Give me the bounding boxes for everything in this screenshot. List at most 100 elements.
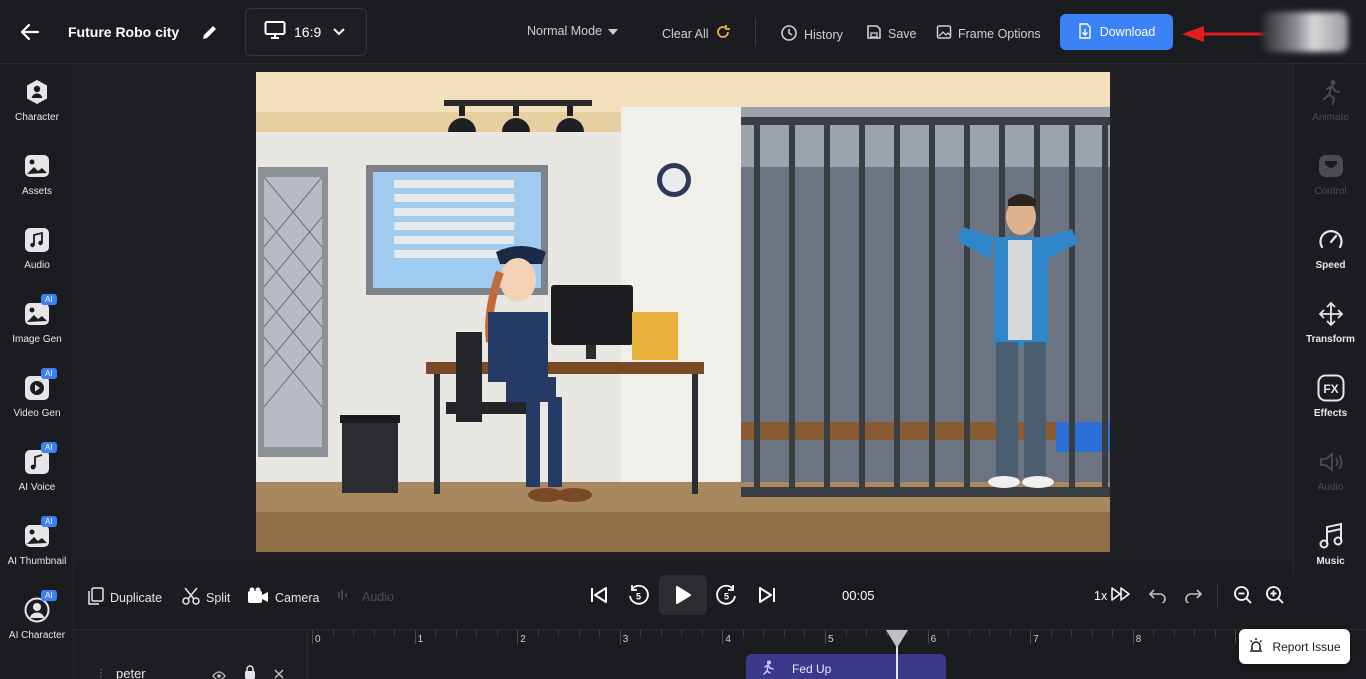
timeline-ruler[interactable]: 0123456789 — [308, 630, 1366, 652]
save-button[interactable]: Save — [866, 24, 917, 43]
forward-5-button[interactable]: 5 — [714, 581, 740, 609]
ruler-minor-tick — [701, 630, 703, 636]
ai-badge: AI — [41, 516, 57, 527]
ruler-minor-tick — [1153, 630, 1155, 636]
running-figure-icon — [1317, 78, 1345, 106]
download-button[interactable]: Download — [1060, 14, 1173, 50]
ruler-minor-tick — [866, 630, 868, 636]
ai-thumbnail-icon: AI — [23, 516, 57, 550]
lock-icon[interactable] — [244, 665, 256, 679]
sidebar-label: Assets — [21, 186, 52, 197]
playhead-handle[interactable] — [885, 630, 908, 648]
zoom-in-button[interactable] — [1262, 581, 1288, 609]
undo-button[interactable] — [1145, 581, 1171, 609]
timeline: ⋮ peter 0123456789 Fed Up — [74, 629, 1366, 679]
sidebar-item-image-gen[interactable]: AI Image Gen — [0, 286, 74, 360]
sidebar-label: Control — [1314, 186, 1347, 197]
ruler-minor-tick — [1091, 630, 1093, 636]
svg-text:5: 5 — [636, 592, 641, 602]
sidebar-item-ai-thumbnail[interactable]: AI AI Thumbnail — [0, 508, 74, 582]
video-camera-icon — [247, 587, 269, 608]
left-sidebar: Character Assets Audio AI Image Gen AI V… — [0, 64, 74, 679]
sidebar-label: Effects — [1313, 408, 1348, 419]
running-figure-icon — [760, 660, 776, 679]
ruler-minor-tick — [435, 630, 437, 636]
sidebar-label: Image Gen — [12, 334, 62, 345]
mode-dropdown[interactable]: Normal Mode — [527, 24, 619, 38]
control-icon — [1317, 152, 1345, 180]
image-frame-icon — [936, 24, 952, 43]
sidebar-item-music[interactable]: Music — [1294, 508, 1366, 582]
ruler-minor-tick — [353, 630, 355, 636]
report-issue-button[interactable]: Report Issue — [1239, 629, 1350, 664]
sidebar-item-character[interactable]: Character — [0, 64, 74, 138]
ruler-minor-tick — [496, 630, 498, 636]
sidebar-label: Transform — [1306, 334, 1355, 345]
sidebar-item-audio-right[interactable]: Audio — [1294, 434, 1366, 508]
user-avatar[interactable] — [1262, 12, 1348, 52]
playback-speed-button[interactable]: 1x — [1094, 587, 1131, 604]
back-arrow-icon[interactable] — [18, 20, 42, 44]
frame-options-button[interactable]: Frame Options — [936, 24, 1041, 43]
ruler-minor-tick — [1009, 630, 1011, 636]
ruler-minor-tick — [558, 630, 560, 636]
skip-to-start-button[interactable] — [586, 581, 612, 609]
scene-preview[interactable] — [256, 72, 1110, 552]
sidebar-item-effects[interactable]: FX Effects — [1294, 360, 1366, 434]
speedometer-icon — [1317, 226, 1345, 254]
sidebar-item-audio[interactable]: Audio — [0, 212, 74, 286]
sidebar-item-animate[interactable]: Animate — [1294, 64, 1366, 138]
duplicate-button[interactable]: Duplicate — [88, 587, 162, 608]
ruler-tick-label: 2 — [520, 634, 526, 645]
sidebar-label: Audio — [1317, 482, 1344, 493]
ai-badge: AI — [41, 442, 57, 453]
video-gen-icon: AI — [23, 368, 57, 402]
sidebar-item-transform[interactable]: Transform — [1294, 286, 1366, 360]
clear-all-button[interactable]: Clear All — [662, 24, 731, 43]
ruler-minor-tick — [845, 630, 847, 636]
svg-text:5: 5 — [724, 592, 729, 602]
zoom-out-button[interactable] — [1230, 581, 1256, 609]
split-button[interactable]: Split — [182, 587, 230, 608]
sidebar-item-speed[interactable]: Speed — [1294, 212, 1366, 286]
canvas-area — [74, 64, 1293, 561]
track-name: peter — [116, 666, 146, 679]
history-button[interactable]: History — [780, 24, 843, 45]
project-title: Future Robo city — [68, 24, 180, 40]
redo-button[interactable] — [1180, 581, 1206, 609]
ruler-minor-tick — [599, 630, 601, 636]
sidebar-label: Speed — [1315, 260, 1346, 271]
sidebar-item-control[interactable]: Control — [1294, 138, 1366, 212]
history-icon — [780, 24, 798, 45]
image-gen-icon: AI — [23, 294, 57, 328]
camera-button[interactable]: Camera — [247, 587, 319, 608]
sidebar-item-assets[interactable]: Assets — [0, 138, 74, 212]
ruler-tick — [722, 630, 724, 644]
close-icon[interactable] — [273, 667, 285, 679]
playback-toolbar: Duplicate Split Camera Audio 5 5 00:05 1… — [74, 561, 1293, 629]
pencil-icon[interactable] — [200, 22, 220, 42]
eye-icon[interactable] — [212, 668, 226, 679]
ai-badge: AI — [41, 368, 57, 379]
sidebar-label: Audio — [24, 260, 50, 271]
scissors-icon — [182, 587, 200, 608]
divider — [1217, 583, 1218, 607]
sidebar-label: AI Character — [8, 630, 66, 641]
ruler-minor-tick — [681, 630, 683, 636]
rewind-5-button[interactable]: 5 — [625, 581, 651, 609]
animation-clip[interactable]: Fed Up — [746, 654, 946, 679]
play-button[interactable] — [659, 575, 707, 615]
sidebar-item-ai-character[interactable]: AI AI Character — [0, 582, 74, 656]
ruler-minor-tick — [373, 630, 375, 636]
save-label: Save — [888, 26, 917, 41]
sidebar-item-video-gen[interactable]: AI Video Gen — [0, 360, 74, 434]
sidebar-label: AI Thumbnail — [7, 556, 67, 567]
duplicate-label: Duplicate — [110, 590, 163, 605]
sidebar-item-ai-voice[interactable]: AI AI Voice — [0, 434, 74, 508]
skip-to-end-button[interactable] — [754, 581, 780, 609]
download-label: Download — [1099, 25, 1156, 39]
drag-handle-icon[interactable]: ⋮ — [96, 668, 106, 679]
aspect-ratio-dropdown[interactable]: 16:9 — [245, 8, 367, 56]
ruler-minor-tick — [476, 630, 478, 636]
audio-button[interactable]: Audio — [336, 587, 394, 606]
